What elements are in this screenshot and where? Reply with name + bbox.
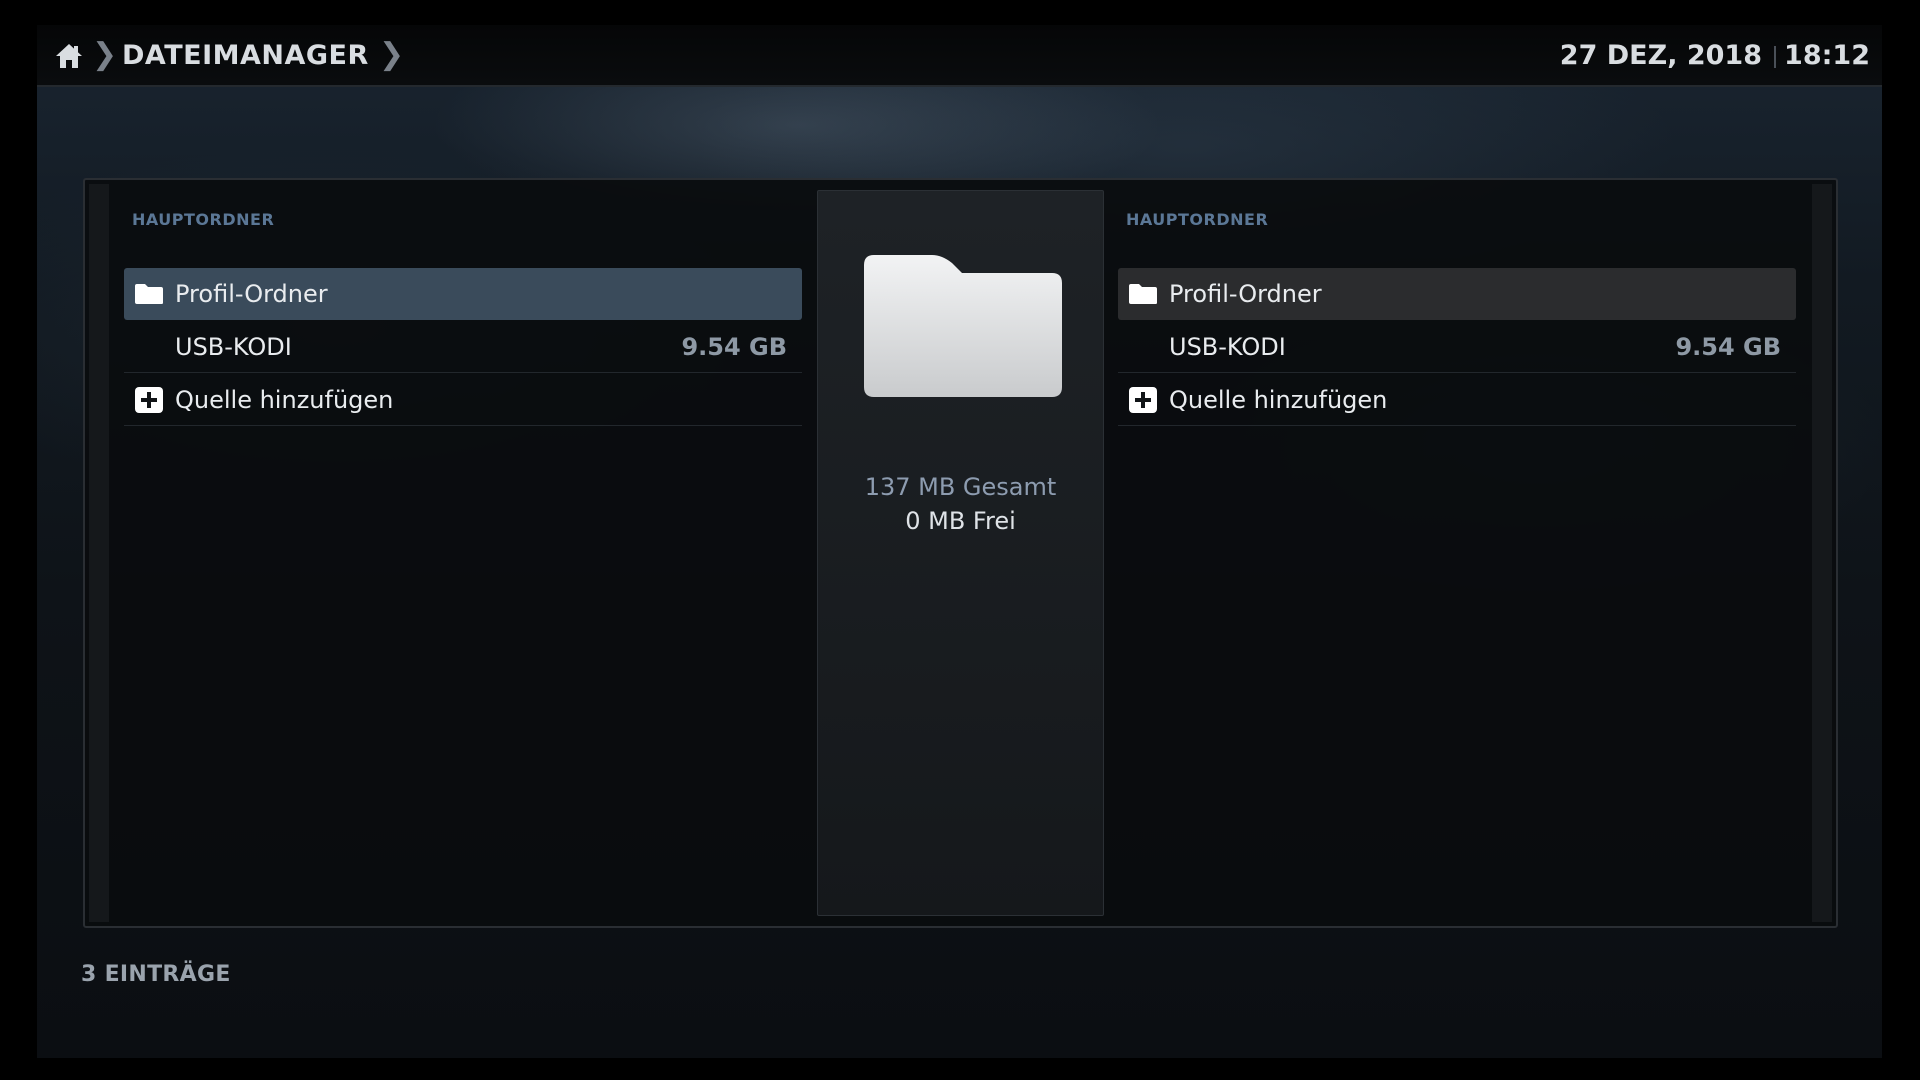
large-folder-icon bbox=[864, 255, 1062, 397]
folder-icon bbox=[1129, 284, 1157, 304]
frame-left-edge bbox=[89, 184, 109, 922]
home-icon[interactable] bbox=[54, 42, 84, 70]
right-list-item-label: Quelle hinzufügen bbox=[1169, 386, 1388, 414]
page-title: DATEIMANAGER bbox=[122, 40, 369, 71]
right-list-item-profile-folder[interactable]: Profil-Ordner bbox=[1118, 268, 1796, 320]
plus-box-icon bbox=[1129, 387, 1157, 413]
left-list-item-label: USB-KODI bbox=[175, 333, 292, 361]
right-list-item-add-source[interactable]: Quelle hinzufügen bbox=[1118, 374, 1796, 426]
storage-free: 0 MB Frei bbox=[905, 507, 1016, 535]
right-panel-heading: HAUPTORDNER bbox=[1126, 210, 1269, 229]
left-panel-heading: HAUPTORDNER bbox=[132, 210, 275, 229]
source-info-panel: 137 MB Gesamt 0 MB Frei bbox=[817, 190, 1104, 916]
header-bar: ❯ DATEIMANAGER ❯ 27 DEZ, 2018 18:12 bbox=[37, 25, 1882, 87]
breadcrumb-separator-icon: ❯ bbox=[92, 37, 118, 72]
header-divider bbox=[1774, 46, 1776, 68]
left-list-item-add-source[interactable]: Quelle hinzufügen bbox=[124, 374, 802, 426]
right-list-item-usb-kodi[interactable]: USB-KODI 9.54 GB bbox=[1118, 321, 1796, 373]
folder-icon bbox=[135, 284, 163, 304]
item-count: 3 EINTRÄGE bbox=[81, 962, 231, 987]
right-list-item-label: USB-KODI bbox=[1169, 333, 1286, 361]
left-list-item-usb-kodi[interactable]: USB-KODI 9.54 GB bbox=[124, 321, 802, 373]
breadcrumb-separator-icon: ❯ bbox=[379, 37, 405, 72]
left-list-item-size: 9.54 GB bbox=[681, 333, 787, 361]
right-list-item-size: 9.54 GB bbox=[1675, 333, 1781, 361]
header-date: 27 DEZ, 2018 bbox=[1559, 40, 1762, 71]
right-list-item-label: Profil-Ordner bbox=[1169, 280, 1322, 308]
header-time: 18:12 bbox=[1784, 40, 1870, 71]
frame-right-edge bbox=[1812, 184, 1832, 922]
plus-box-icon bbox=[135, 387, 163, 413]
left-list-item-label: Profil-Ordner bbox=[175, 280, 328, 308]
storage-total: 137 MB Gesamt bbox=[864, 473, 1057, 501]
left-list-item-profile-folder[interactable]: Profil-Ordner bbox=[124, 268, 802, 320]
left-list-item-label: Quelle hinzufügen bbox=[175, 386, 394, 414]
